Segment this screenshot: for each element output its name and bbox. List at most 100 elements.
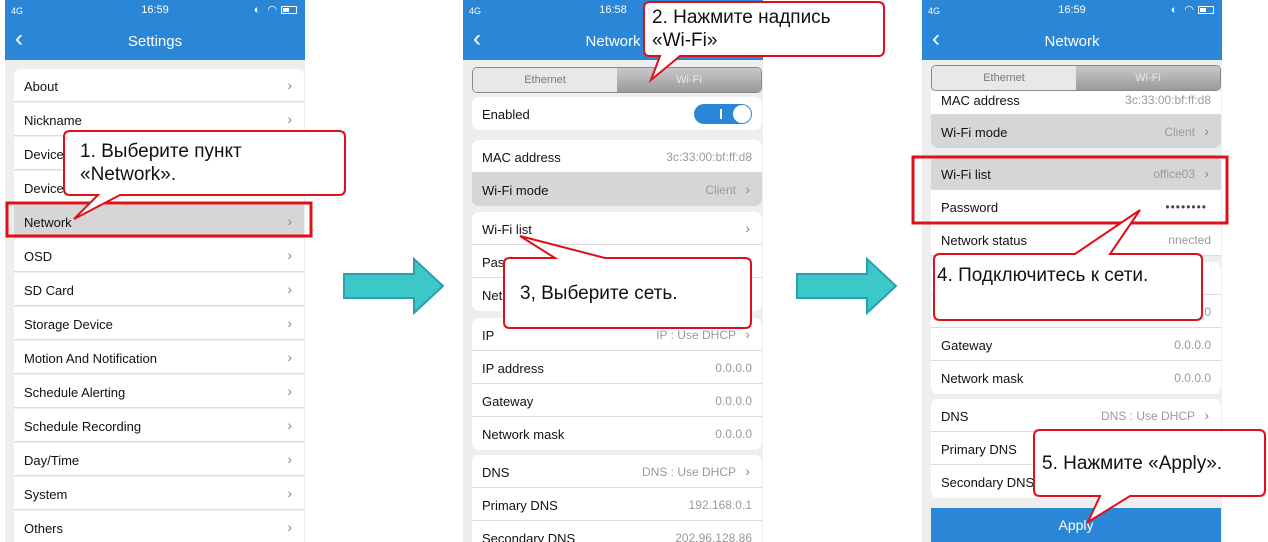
mac-label: MAC address (941, 93, 1020, 108)
password-label: Password (941, 200, 999, 215)
dns-mode-row[interactable]: DNS DNS : Use DHCP › (931, 399, 1221, 432)
dns-label: DNS (482, 465, 510, 480)
network-status-row: Network status nnected (931, 223, 1221, 256)
settings-item-network[interactable]: Network › (14, 205, 304, 238)
mask-label: Network mask (941, 371, 1024, 386)
chevron-right-icon: › (287, 485, 292, 501)
settings-item-label: Device (24, 147, 64, 162)
chevron-right-icon: › (1204, 165, 1209, 181)
chevron-right-icon: › (1204, 123, 1209, 139)
ip-address-value: 0.0.0.0 (715, 361, 752, 375)
ip-value: IP : Use DHCP (656, 328, 736, 342)
battery-icon: ◐ ◠ (1171, 3, 1214, 16)
gateway-row: Gateway 0.0.0.0 (472, 384, 762, 417)
mac-row: MAC address 3c:33:00:bf:ff:d8 (472, 140, 762, 173)
wifi-mode-row[interactable]: Wi-Fi mode Client › (931, 115, 1221, 148)
primary-dns-label: Primary DNS (482, 498, 558, 513)
password-row[interactable]: Pas (472, 245, 762, 278)
settings-item-label: Nickname (24, 113, 82, 128)
secondary-dns-value: 202.96.128.86 (675, 531, 752, 542)
network-screen-wifi: 4G 16:58 ‹ Network Ethernet Wi-Fi Enable… (463, 0, 763, 542)
settings-item-label: OSD (24, 249, 53, 264)
arrow-right-icon (343, 257, 445, 315)
chevron-right-icon: › (745, 220, 750, 236)
chevron-right-icon: › (287, 145, 292, 161)
mask-row: Network mask 0.0.0.0 (472, 417, 762, 450)
wifi-list-row[interactable]: Wi-Fi list › (472, 212, 762, 245)
enabled-label: Enabled (482, 107, 530, 122)
mac-value: 3c:33:00:bf:ff:d8 (1125, 93, 1211, 107)
wifi-mode-label: Wi-Fi mode (941, 125, 1008, 140)
wifi-list-label: Wi-Fi list (482, 222, 532, 237)
settings-item-about[interactable]: About › (14, 69, 304, 102)
ip-address-row: 0 (931, 295, 1221, 328)
wifi-mode-value: Client (705, 183, 736, 197)
callout-step-2: 2. Нажмите надпись «Wi-Fi» (652, 7, 831, 51)
gateway-label: Gateway (482, 394, 534, 409)
nav-bar: ‹ Settings (5, 22, 305, 60)
tab-wifi[interactable]: Wi-Fi (617, 68, 761, 92)
tab-wifi[interactable]: Wi-Fi (1076, 66, 1220, 90)
password-label: Pas (482, 255, 505, 270)
tab-ethernet[interactable]: Ethernet (932, 66, 1076, 90)
settings-item-label: System (24, 487, 68, 502)
settings-item-day-time[interactable]: Day/Time › (14, 443, 304, 476)
settings-item-label: SD Card (24, 283, 74, 298)
primary-dns-label: Primary DNS (941, 442, 1017, 457)
settings-item-system[interactable]: System › (14, 477, 304, 510)
settings-item-label: Motion And Notification (24, 351, 157, 366)
dns-mode-row[interactable]: DNS DNS : Use DHCP › (472, 455, 762, 488)
password-row[interactable]: Password •••••••• (931, 190, 1221, 223)
settings-screen: 4G 16:59 ◐ ◠ ‹ Settings About › Nickname › D… (5, 0, 305, 542)
password-field[interactable]: •••••••• (1165, 200, 1207, 214)
callout-step-3: 3, Выберите сеть. (520, 283, 678, 304)
wifi-list-row[interactable]: Wi-Fi list office03 › (931, 157, 1221, 190)
chevron-right-icon: › (287, 111, 292, 127)
chevron-right-icon: › (287, 383, 292, 399)
enabled-toggle[interactable] (694, 104, 752, 124)
page-title: Settings (127, 33, 183, 50)
settings-item-osd[interactable]: OSD › (14, 239, 304, 272)
apply-button[interactable]: Apply (931, 508, 1221, 542)
settings-item-nickname[interactable]: Nickname › (14, 103, 304, 136)
settings-item-storage-device[interactable]: Storage Device › (14, 307, 304, 340)
chevron-right-icon: › (745, 326, 750, 342)
network-type-segmented: Ethernet Wi-Fi (931, 65, 1221, 91)
wifi-mode-row[interactable]: Wi-Fi mode Client › (472, 173, 762, 206)
chevron-right-icon: › (287, 179, 292, 195)
ip-address-row: IP address 0.0.0.0 (472, 351, 762, 384)
nav-bar: ‹ Network (922, 22, 1222, 60)
network-status-label: Net (482, 288, 503, 303)
mac-label: MAC address (482, 150, 561, 165)
battery-icon: ◐ ◠ (254, 3, 297, 16)
tab-ethernet[interactable]: Ethernet (473, 68, 617, 92)
ip-mode-row[interactable]: IP IP : Use DHCP › (472, 318, 762, 351)
settings-item-sd-card[interactable]: SD Card › (14, 273, 304, 306)
gateway-value: 0.0.0.0 (715, 394, 752, 408)
settings-item-schedule-alerting[interactable]: Schedule Alerting › (14, 375, 304, 408)
mask-label: Network mask (482, 427, 565, 442)
settings-item-others[interactable]: Others › (14, 511, 304, 542)
callout-step-5: 5. Нажмите «Apply». (1042, 453, 1223, 474)
mac-row: MAC address 3c:33:00:bf:ff:d8 (931, 91, 1221, 115)
ip-address-label: IP address (482, 361, 544, 376)
callout-step-4: 4. Подключитесь к сети. (937, 265, 1149, 286)
wifi-mode-value: Client (1164, 125, 1195, 139)
ip-label: IP (482, 328, 495, 343)
chevron-right-icon: › (287, 349, 292, 365)
mask-value: 0.0.0.0 (715, 427, 752, 441)
secondary-dns-label: Secondary DNS (941, 475, 1035, 490)
settings-item-motion-and-notification[interactable]: Motion And Notification › (14, 341, 304, 374)
settings-item-label: Network (24, 215, 72, 230)
settings-item-schedule-recording[interactable]: Schedule Recording › (14, 409, 304, 442)
callout-step-1: 1. Выберите пункт «Network». (80, 141, 242, 185)
wifi-mode-label: Wi-Fi mode (482, 183, 549, 198)
settings-item-label: Device (24, 181, 64, 196)
settings-item-label: Schedule Alerting (24, 385, 126, 400)
chevron-right-icon: › (287, 247, 292, 263)
arrow-right-icon (796, 257, 898, 315)
primary-dns-value: 192.168.0.1 (688, 498, 752, 512)
chevron-right-icon: › (745, 463, 750, 479)
chevron-right-icon: › (287, 213, 292, 229)
wifi-list-label: Wi-Fi list (941, 167, 991, 182)
